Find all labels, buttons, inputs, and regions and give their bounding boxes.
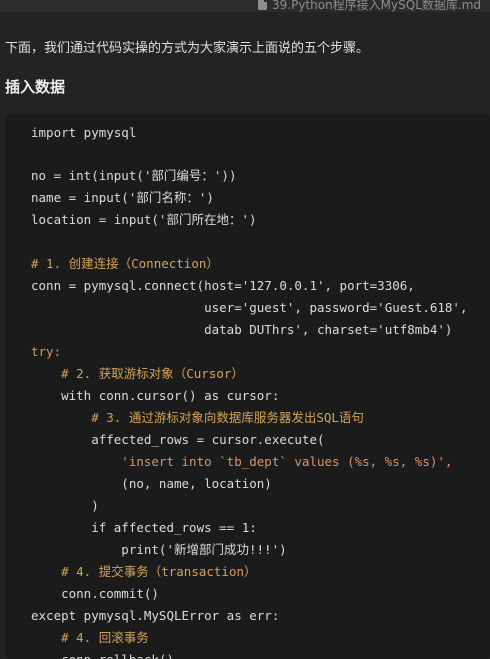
code-line: datab⁠ DUThrs', charset='utf8mb4') — [31, 322, 453, 337]
code-comment: # 1. 创建连接（Connection） — [31, 256, 219, 271]
code-line: if affected_rows == 1: — [31, 520, 257, 535]
window-titlebar: 39.Python程序接入MySQL数据库.md — [0, 0, 490, 12]
section-heading: 插入数据 — [5, 78, 66, 96]
code-line: affected_rows = cursor.execute( — [31, 432, 325, 447]
code-line: import pymysql — [31, 125, 137, 140]
code-line: name = input('部门名称：') — [31, 190, 214, 205]
file-icon — [258, 0, 267, 10]
code-line: print('新增部门成功!!!') — [31, 542, 287, 557]
code-string: 'insert into `tb_dept` values (%s, %s, %… — [31, 454, 453, 469]
code-line: conn = pymysql.connect(host='127.0.0.1',… — [31, 278, 415, 293]
code-block[interactable]: import pymysql no = int(input('部门编号：')) … — [5, 114, 490, 659]
code-line: no = int(input('部门编号：')) — [31, 168, 237, 183]
code-line: conn.commit() — [31, 586, 159, 601]
code-line: location = input('部门所在地：') — [31, 212, 257, 227]
code-line: ) — [31, 498, 99, 513]
code-comment: # 4. 提交事务（transaction） — [31, 564, 257, 579]
code-comment: # 3. 通过游标对象向数据库服务器发出SQL语句 — [31, 410, 364, 425]
intro-paragraph: 下面，我们通过代码实操的方式为大家演示上面说的五个步骤。 — [5, 41, 370, 56]
code-line: except pymysql.MySQLError as err: — [31, 608, 280, 623]
code-line: with conn.cursor() as cursor: — [31, 388, 280, 403]
document-tab[interactable]: 39.Python程序接入MySQL数据库.md — [258, 0, 481, 12]
code-line: user='guest', password='Guest.618', — [31, 300, 468, 315]
document-title: 39.Python程序接入MySQL数据库.md — [272, 0, 482, 12]
code-line: conn.rollback() — [31, 649, 174, 659]
code-comment: # 4. 回滚事务 — [31, 630, 149, 645]
code-line: try: — [31, 344, 62, 359]
code-line: (no, name, location) — [31, 476, 272, 491]
code-comment: # 2. 获取游标对象（Cursor） — [31, 366, 244, 381]
